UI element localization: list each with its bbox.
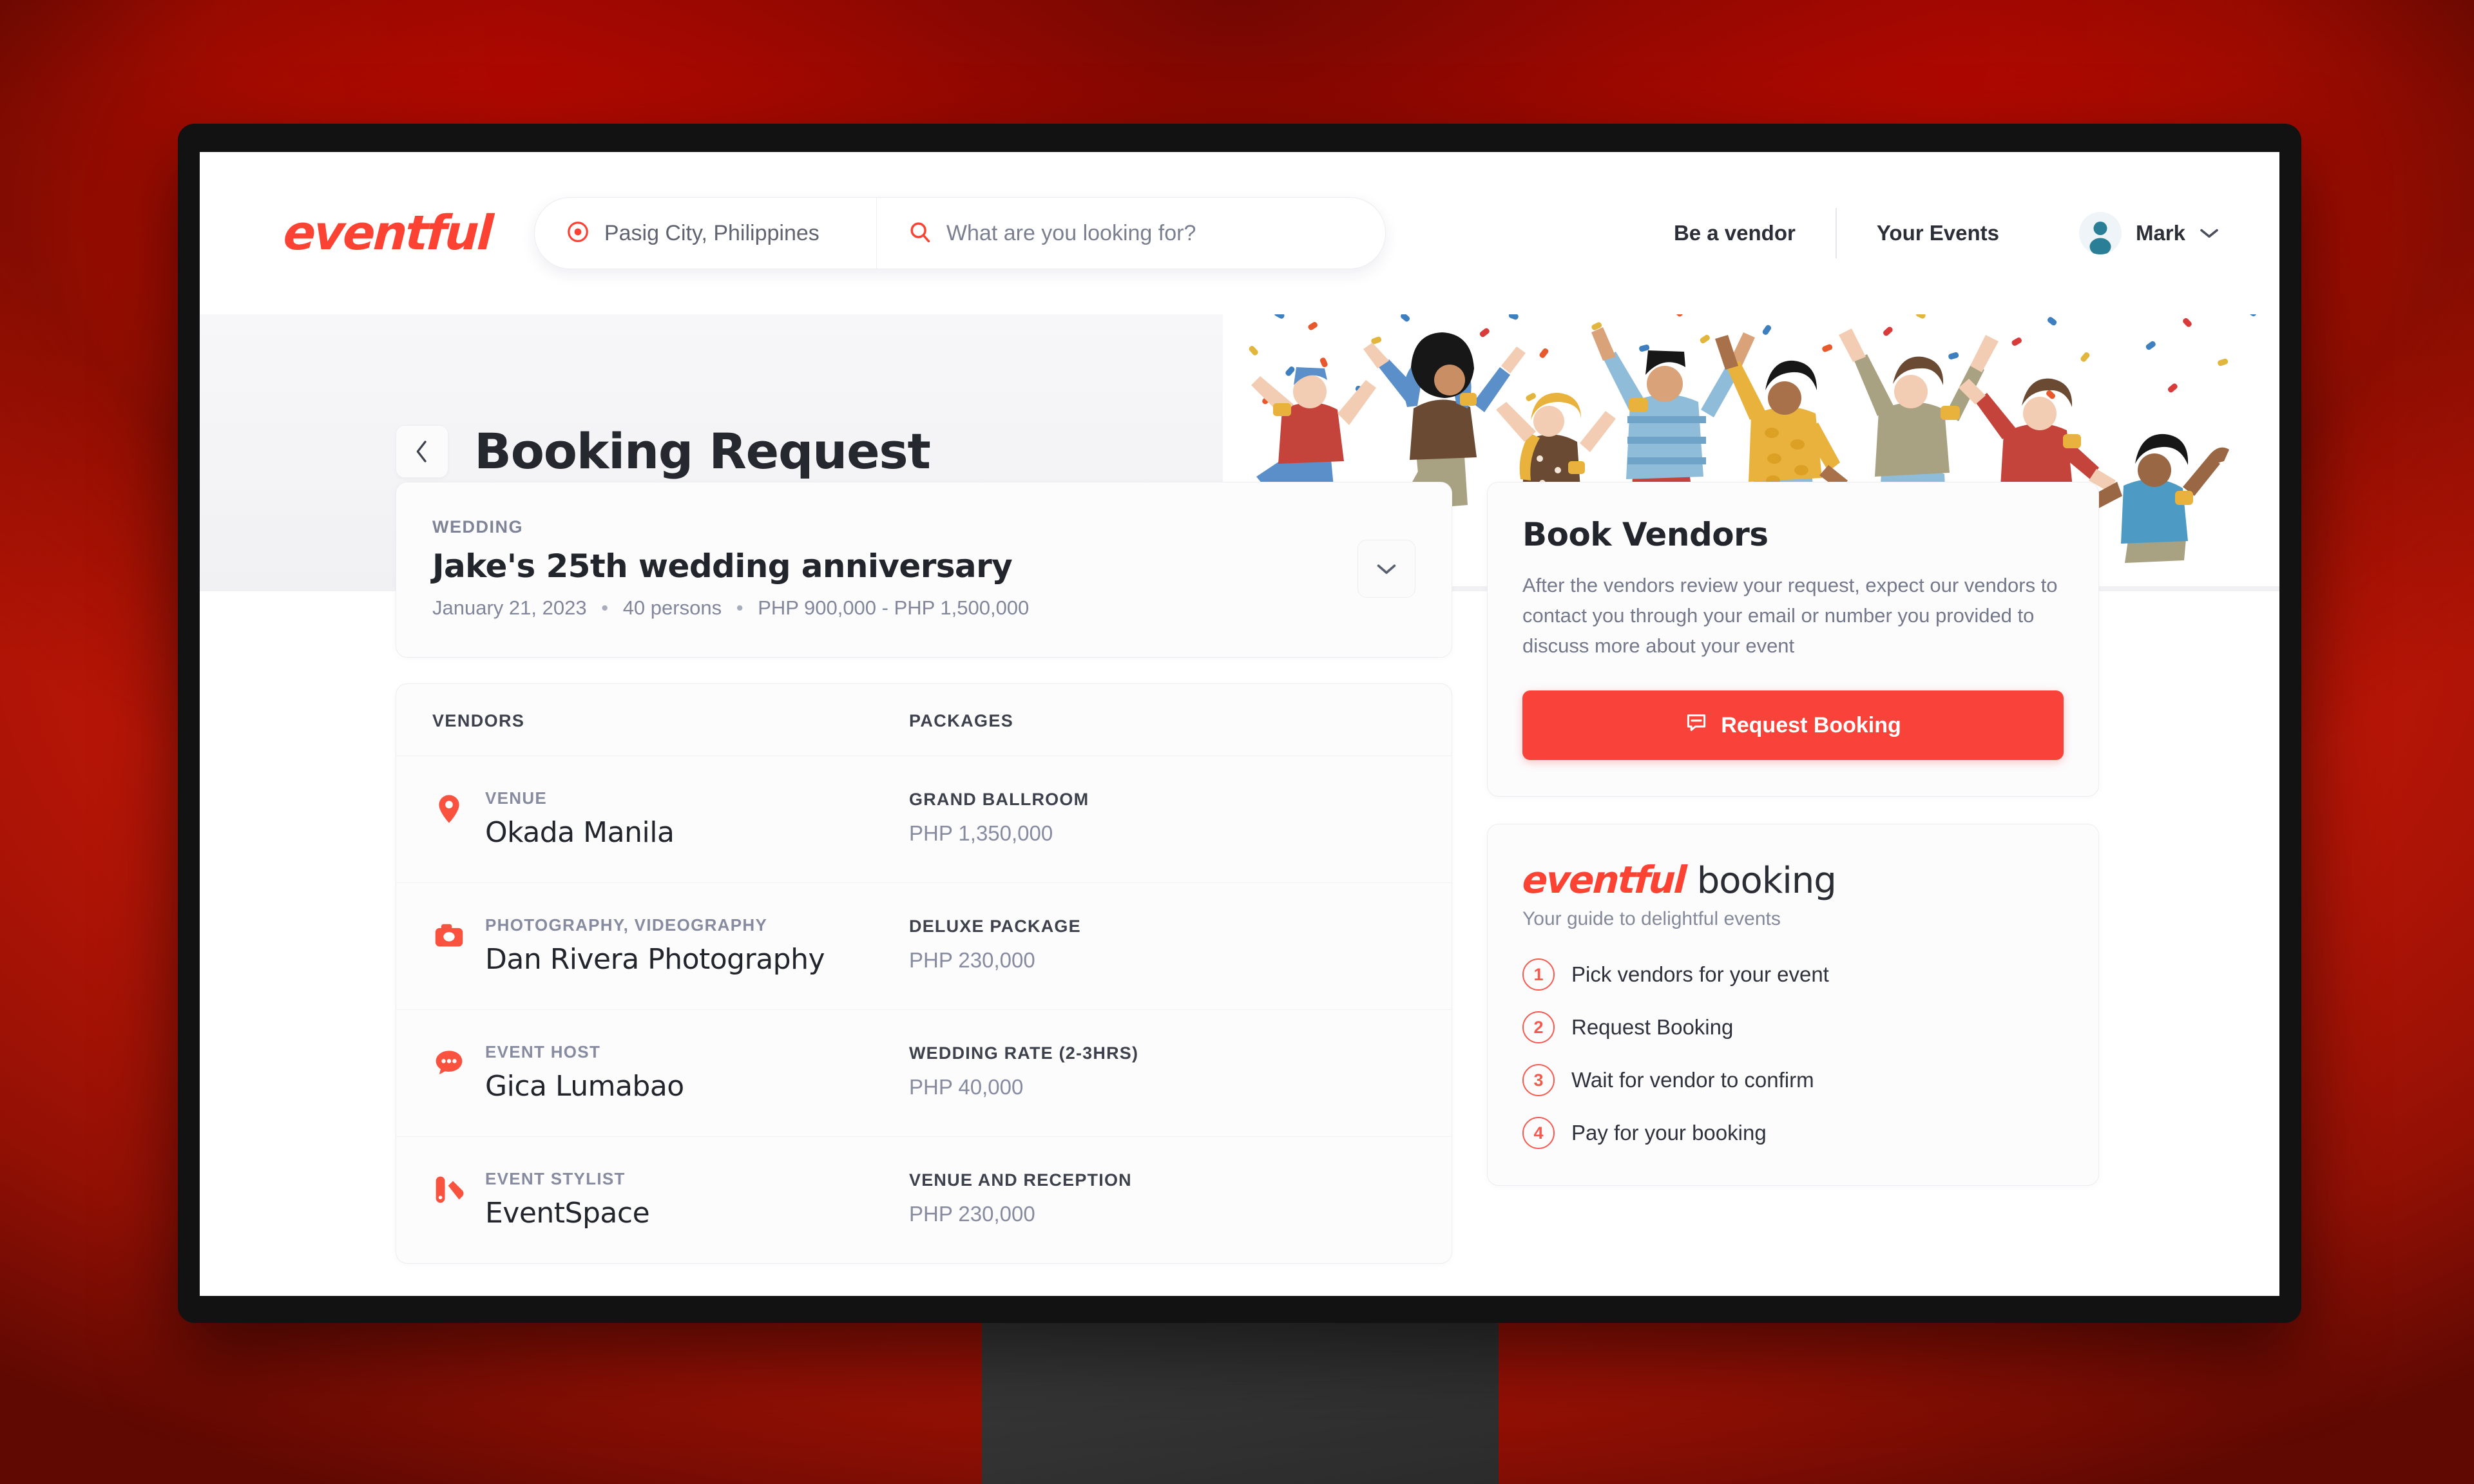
list-item: 1 Pick vendors for your event	[1522, 958, 2064, 991]
event-meta: January 21, 2023 • 40 persons • PHP 900,…	[432, 596, 1357, 620]
column-header-vendors: VENDORS	[432, 711, 525, 730]
user-menu[interactable]: Mark	[2039, 212, 2219, 254]
event-summary-card: WEDDING Jake's 25th wedding anniversary …	[396, 482, 1452, 658]
guide-logo-row: eventful booking	[1521, 858, 2064, 902]
page-title: Booking Request	[474, 423, 931, 480]
monitor-stand	[982, 1323, 1499, 1484]
vendor-name: Dan Rivera Photography	[485, 943, 825, 976]
expand-event-button[interactable]	[1357, 539, 1415, 598]
table-row[interactable]: EVENT STYLIST EventSpace VENUE AND RECEP…	[396, 1137, 1452, 1263]
nav-your-events[interactable]: Your Events	[1837, 221, 2039, 245]
nav-be-a-vendor[interactable]: Be a vendor	[1634, 221, 1836, 245]
package-price: PHP 230,000	[909, 1202, 1035, 1226]
list-item: 3 Wait for vendor to confirm	[1522, 1064, 2064, 1097]
event-budget: PHP 900,000 - PHP 1,500,000	[758, 596, 1030, 619]
vendor-cell: EVENT HOST Gica Lumabao	[432, 1042, 909, 1103]
package-name: WEDDING RATE (2-3HRS)	[909, 1043, 1139, 1063]
user-name: Mark	[2135, 221, 2185, 245]
table-row[interactable]: EVENT HOST Gica Lumabao WEDDING RATE (2-…	[396, 1010, 1452, 1137]
meta-separator: •	[601, 596, 609, 619]
book-vendors-title: Book Vendors	[1522, 516, 1769, 553]
vendor-category: EVENT HOST	[485, 1042, 601, 1061]
location-pin-icon	[432, 792, 466, 826]
location-field[interactable]: Pasig City, Philippines	[535, 198, 876, 269]
right-column: Book Vendors After the vendors review yo…	[1487, 482, 2099, 1186]
top-navigation-bar: eventful Pasig City, Philippines What ar…	[200, 152, 2279, 314]
package-cell: DELUXE PACKAGE PHP 230,000	[909, 915, 1415, 973]
step-label: Request Booking	[1571, 1015, 1734, 1040]
package-price: PHP 230,000	[909, 948, 1035, 972]
eventful-logo[interactable]: eventful	[282, 205, 493, 261]
vendor-cell: PHOTOGRAPHY, VIDEOGRAPHY Dan Rivera Phot…	[432, 915, 909, 976]
list-item: 2 Request Booking	[1522, 1011, 2064, 1044]
event-guests: 40 persons	[622, 596, 722, 619]
event-info: WEDDING Jake's 25th wedding anniversary …	[432, 517, 1357, 620]
guide-subtitle: Your guide to delightful events	[1522, 908, 1781, 930]
chat-bubble-icon	[432, 1046, 466, 1080]
step-label: Pay for your booking	[1571, 1121, 1767, 1145]
package-name: VENUE AND RECEPTION	[909, 1170, 1132, 1190]
vendor-category: EVENT STYLIST	[485, 1169, 626, 1188]
package-cell: GRAND BALLROOM PHP 1,350,000	[909, 788, 1415, 846]
search-group: Pasig City, Philippines What are you loo…	[533, 197, 1386, 269]
step-number: 3	[1522, 1064, 1555, 1097]
back-button[interactable]	[396, 424, 448, 478]
list-item: 4 Pay for your booking	[1522, 1117, 2064, 1150]
eventful-logo: eventful	[1521, 858, 1687, 902]
table-row[interactable]: PHOTOGRAPHY, VIDEOGRAPHY Dan Rivera Phot…	[396, 883, 1452, 1010]
step-number: 1	[1522, 958, 1555, 991]
content-grid: WEDDING Jake's 25th wedding anniversary …	[396, 482, 2099, 1264]
screen-viewport: eventful Pasig City, Philippines What ar…	[200, 152, 2279, 1296]
location-value: Pasig City, Philippines	[604, 220, 820, 245]
left-column: WEDDING Jake's 25th wedding anniversary …	[396, 482, 1452, 1264]
vendor-name: Okada Manila	[485, 816, 675, 849]
booking-guide-card: eventful booking Your guide to delightfu…	[1487, 824, 2099, 1186]
guide-logo-word: booking	[1696, 860, 1837, 902]
step-label: Pick vendors for your event	[1571, 962, 1829, 987]
package-price: PHP 40,000	[909, 1075, 1024, 1099]
chat-bubble-icon	[1685, 711, 1708, 740]
package-cell: VENUE AND RECEPTION PHP 230,000	[909, 1169, 1415, 1226]
search-placeholder: What are you looking for?	[946, 220, 1196, 245]
event-type-label: WEDDING	[432, 517, 523, 537]
chevron-down-icon	[2200, 224, 2219, 243]
book-vendors-card: Book Vendors After the vendors review yo…	[1487, 482, 2099, 797]
vendor-cell: EVENT STYLIST EventSpace	[432, 1169, 909, 1230]
monitor-bezel: eventful Pasig City, Philippines What ar…	[178, 124, 2301, 1323]
vendors-table: VENDORS PACKAGES VENUE Okada Manila GRAN…	[396, 683, 1452, 1264]
request-booking-label: Request Booking	[1721, 712, 1901, 737]
vendor-category: VENUE	[485, 788, 548, 808]
column-header-packages: PACKAGES	[909, 711, 1014, 730]
search-input[interactable]: What are you looking for?	[876, 198, 1385, 269]
table-row[interactable]: VENUE Okada Manila GRAND BALLROOM PHP 1,…	[396, 756, 1452, 883]
page-header: Booking Request	[396, 423, 931, 480]
request-booking-button[interactable]: Request Booking	[1522, 690, 2064, 761]
table-header: VENDORS PACKAGES	[396, 684, 1452, 756]
camera-icon	[432, 919, 466, 953]
location-pin-icon	[566, 220, 590, 247]
avatar	[2078, 212, 2122, 254]
step-label: Wait for vendor to confirm	[1571, 1068, 1814, 1092]
event-title: Jake's 25th wedding anniversary	[432, 547, 1013, 585]
event-date: January 21, 2023	[432, 596, 587, 619]
meta-separator: •	[736, 596, 743, 619]
stylist-palette-icon	[432, 1173, 466, 1206]
main-content: WEDDING Jake's 25th wedding anniversary …	[200, 482, 2279, 1296]
step-number: 2	[1522, 1011, 1555, 1044]
package-name: DELUXE PACKAGE	[909, 917, 1081, 936]
vendor-cell: VENUE Okada Manila	[432, 788, 909, 849]
nav-actions: Be a vendor Your Events Mark	[1634, 208, 2245, 258]
package-price: PHP 1,350,000	[909, 821, 1053, 845]
vendor-category: PHOTOGRAPHY, VIDEOGRAPHY	[485, 915, 768, 935]
step-number: 4	[1522, 1117, 1555, 1150]
desk-background: eventful Pasig City, Philippines What ar…	[0, 0, 2474, 1484]
vendor-name: EventSpace	[485, 1197, 650, 1230]
vendor-name: Gica Lumabao	[485, 1070, 684, 1103]
package-name: GRAND BALLROOM	[909, 790, 1089, 809]
search-icon	[908, 220, 932, 247]
package-cell: WEDDING RATE (2-3HRS) PHP 40,000	[909, 1042, 1415, 1099]
book-vendors-description: After the vendors review your request, e…	[1522, 574, 2058, 658]
